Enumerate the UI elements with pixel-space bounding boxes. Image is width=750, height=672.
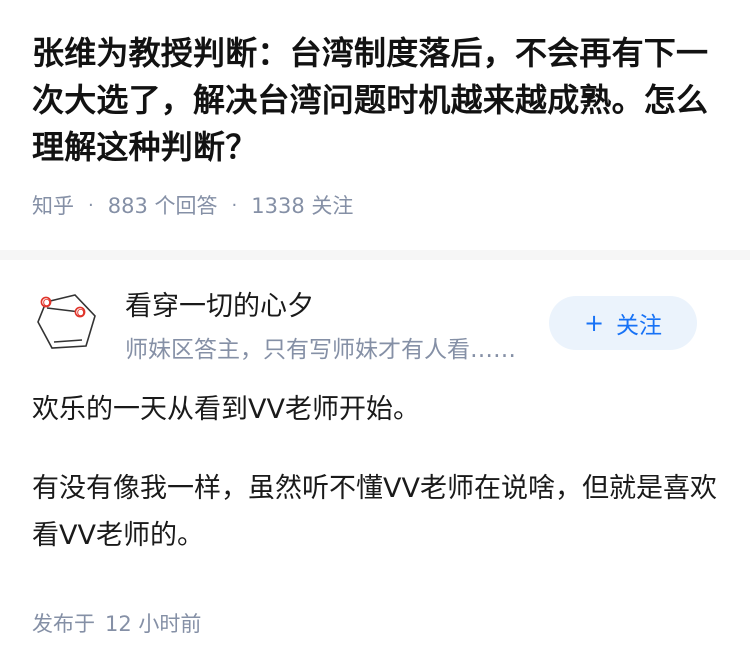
author-name[interactable]: 看穿一切的心夕 xyxy=(125,284,314,323)
follower-count[interactable]: 1338 关注 xyxy=(251,190,353,220)
avatar[interactable]: O O xyxy=(32,286,110,364)
source-label[interactable]: 知乎 xyxy=(32,190,74,220)
answer-card: O O 看穿一切的心夕 师妹区答主，只有写师妹才有人看…… + 关注 欢乐的一天… xyxy=(0,268,750,591)
publish-time-value: 12 小时前 xyxy=(105,612,202,636)
plus-icon: + xyxy=(583,309,605,337)
answer-paragraph: 有没有像我一样，虽然听不懂VV老师在说啥，但就是喜欢看VV老师的。 xyxy=(32,473,717,551)
answer-content[interactable]: 欢乐的一天从看到VV老师开始。 有没有像我一样，虽然听不懂VV老师在说啥，但就是… xyxy=(0,386,750,559)
author-row: O O 看穿一切的心夕 师妹区答主，只有写师妹才有人看…… + 关注 xyxy=(0,268,750,364)
meta-separator: · xyxy=(231,194,238,216)
meta-separator: · xyxy=(88,194,94,216)
question-title[interactable]: 张维为教授判断：台湾制度落后，不会再有下一次大选了，解决台湾问题时机越来越成熟。… xyxy=(32,30,718,171)
publish-time: 发布于 12 小时前 xyxy=(32,608,201,638)
question-meta: 知乎 · 883 个回答 · 1338 关注 xyxy=(32,191,718,219)
publish-prefix: 发布于 xyxy=(32,612,95,636)
author-bio: 师妹区答主，只有写师妹才有人看…… xyxy=(125,337,516,363)
molecule-icon: O O xyxy=(37,294,96,349)
question-header: 张维为教授判断：台湾制度落后，不会再有下一次大选了，解决台湾问题时机越来越成熟。… xyxy=(0,0,750,219)
follow-label: 关注 xyxy=(616,313,663,339)
answer-count[interactable]: 883 个回答 xyxy=(108,190,218,220)
section-divider xyxy=(0,250,750,260)
oxygen-atom-label: O xyxy=(43,298,51,309)
follow-button[interactable]: + 关注 xyxy=(549,296,697,350)
answer-paragraph: 欢乐的一天从看到VV老师开始。 xyxy=(32,394,420,425)
oxygen-atom-label: O xyxy=(77,308,85,319)
